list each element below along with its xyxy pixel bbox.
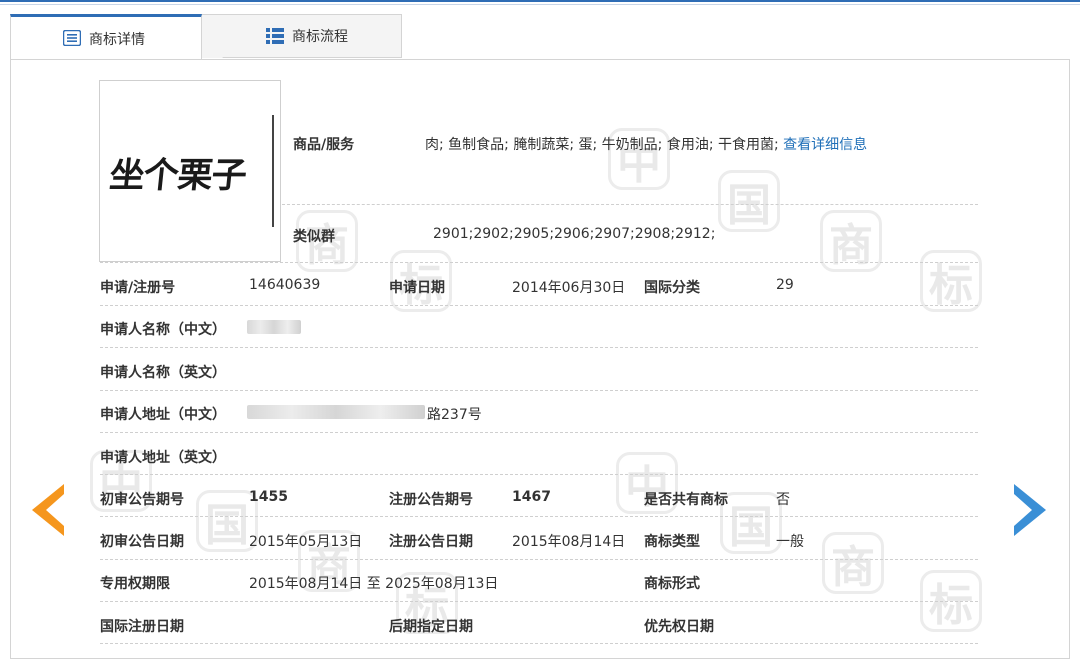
reg-issue-label: 注册公告期号: [389, 492, 473, 508]
watermark-tile: 国: [720, 492, 782, 554]
next-arrow-icon[interactable]: [1014, 484, 1046, 536]
goods-services-text: 肉; 鱼制食品; 腌制蔬菜; 蛋; 牛奶制品; 食用油; 干食用菌;: [425, 137, 779, 153]
applicant-cn-label: 申请人名称（中文）: [100, 322, 226, 338]
list-bars-icon: [266, 28, 284, 44]
similar-group-label: 类似群: [293, 229, 335, 245]
apply-date-value: 2014年06月30日: [512, 280, 626, 296]
row-divider: [100, 432, 978, 433]
intl-class-label: 国际分类: [644, 280, 700, 296]
intl-class-value: 29: [776, 277, 794, 293]
term-value: 2015年08月14日 至 2025年08月13日: [249, 576, 499, 592]
view-details-link[interactable]: 查看详细信息: [783, 137, 867, 153]
mark-type-label: 商标类型: [644, 534, 700, 550]
reg-no-label: 申请/注册号: [100, 280, 176, 296]
reg-issue-value: 1467: [512, 489, 551, 505]
reg-date-value: 2015年08月14日: [512, 534, 626, 550]
prelim-date-value: 2015年05月13日: [249, 534, 363, 550]
row-divider: [100, 559, 978, 560]
mark-type-value: 一般: [776, 534, 804, 550]
watermark-tile: 标: [920, 250, 982, 312]
row-divider: [100, 601, 978, 602]
applicant-en-label: 申请人名称（英文）: [100, 365, 226, 381]
row-divider: [100, 262, 978, 263]
tab-trademark-process[interactable]: 商标流程: [202, 14, 402, 58]
reg-no-value: 14640639: [249, 277, 321, 293]
term-label: 专用权期限: [100, 576, 170, 592]
row-divider: [282, 204, 978, 205]
row-divider: [100, 347, 978, 348]
row-divider: [100, 474, 978, 475]
shared-mark-label: 是否共有商标: [644, 492, 728, 508]
mark-form-label: 商标形式: [644, 576, 700, 592]
goods-services-label: 商品/服务: [293, 137, 355, 153]
prelim-issue-value: 1455: [249, 489, 288, 505]
priority-date-label: 优先权日期: [644, 619, 714, 635]
row-divider: [100, 390, 978, 391]
goods-services-value: 肉; 鱼制食品; 腌制蔬菜; 蛋; 牛奶制品; 食用油; 干食用菌; 查看详细信…: [425, 134, 867, 154]
redacted-applicant-cn: [247, 320, 301, 334]
watermark-tile: 商: [822, 532, 884, 594]
tab-label: 商标详情: [89, 31, 145, 48]
reg-date-label: 注册公告日期: [389, 534, 473, 550]
top-divider: [0, 4, 1080, 5]
address-cn-value: 路237号: [427, 407, 482, 423]
prelim-date-label: 初审公告日期: [100, 534, 184, 550]
document-list-icon: [63, 30, 81, 46]
address-cn-label: 申请人地址（中文）: [100, 407, 226, 423]
watermark-tile: 国: [718, 170, 780, 232]
redacted-address-cn: [247, 405, 425, 419]
tab-bar: 商标流程 商标详情: [10, 14, 1070, 60]
top-accent-line: [0, 0, 1080, 2]
prelim-issue-label: 初审公告期号: [100, 492, 184, 508]
apply-date-label: 申请日期: [389, 280, 445, 296]
row-divider: [100, 305, 978, 306]
tab-label: 商标流程: [292, 29, 348, 45]
address-en-label: 申请人地址（英文）: [100, 450, 226, 466]
trademark-image: 坐个栗子: [99, 80, 281, 262]
intl-reg-date-label: 国际注册日期: [100, 619, 184, 635]
later-designation-date-label: 后期指定日期: [389, 619, 473, 635]
prev-arrow-icon[interactable]: [32, 484, 64, 536]
shared-mark-value: 否: [776, 492, 790, 508]
trademark-logo-text: 坐个栗子: [107, 155, 248, 196]
logo-vertical-bar: [272, 115, 274, 227]
similar-group-value: 2901;2902;2905;2906;2907;2908;2912;: [433, 226, 716, 242]
row-divider: [100, 643, 978, 644]
row-divider: [100, 516, 978, 517]
tab-trademark-details[interactable]: 商标详情: [10, 14, 202, 60]
